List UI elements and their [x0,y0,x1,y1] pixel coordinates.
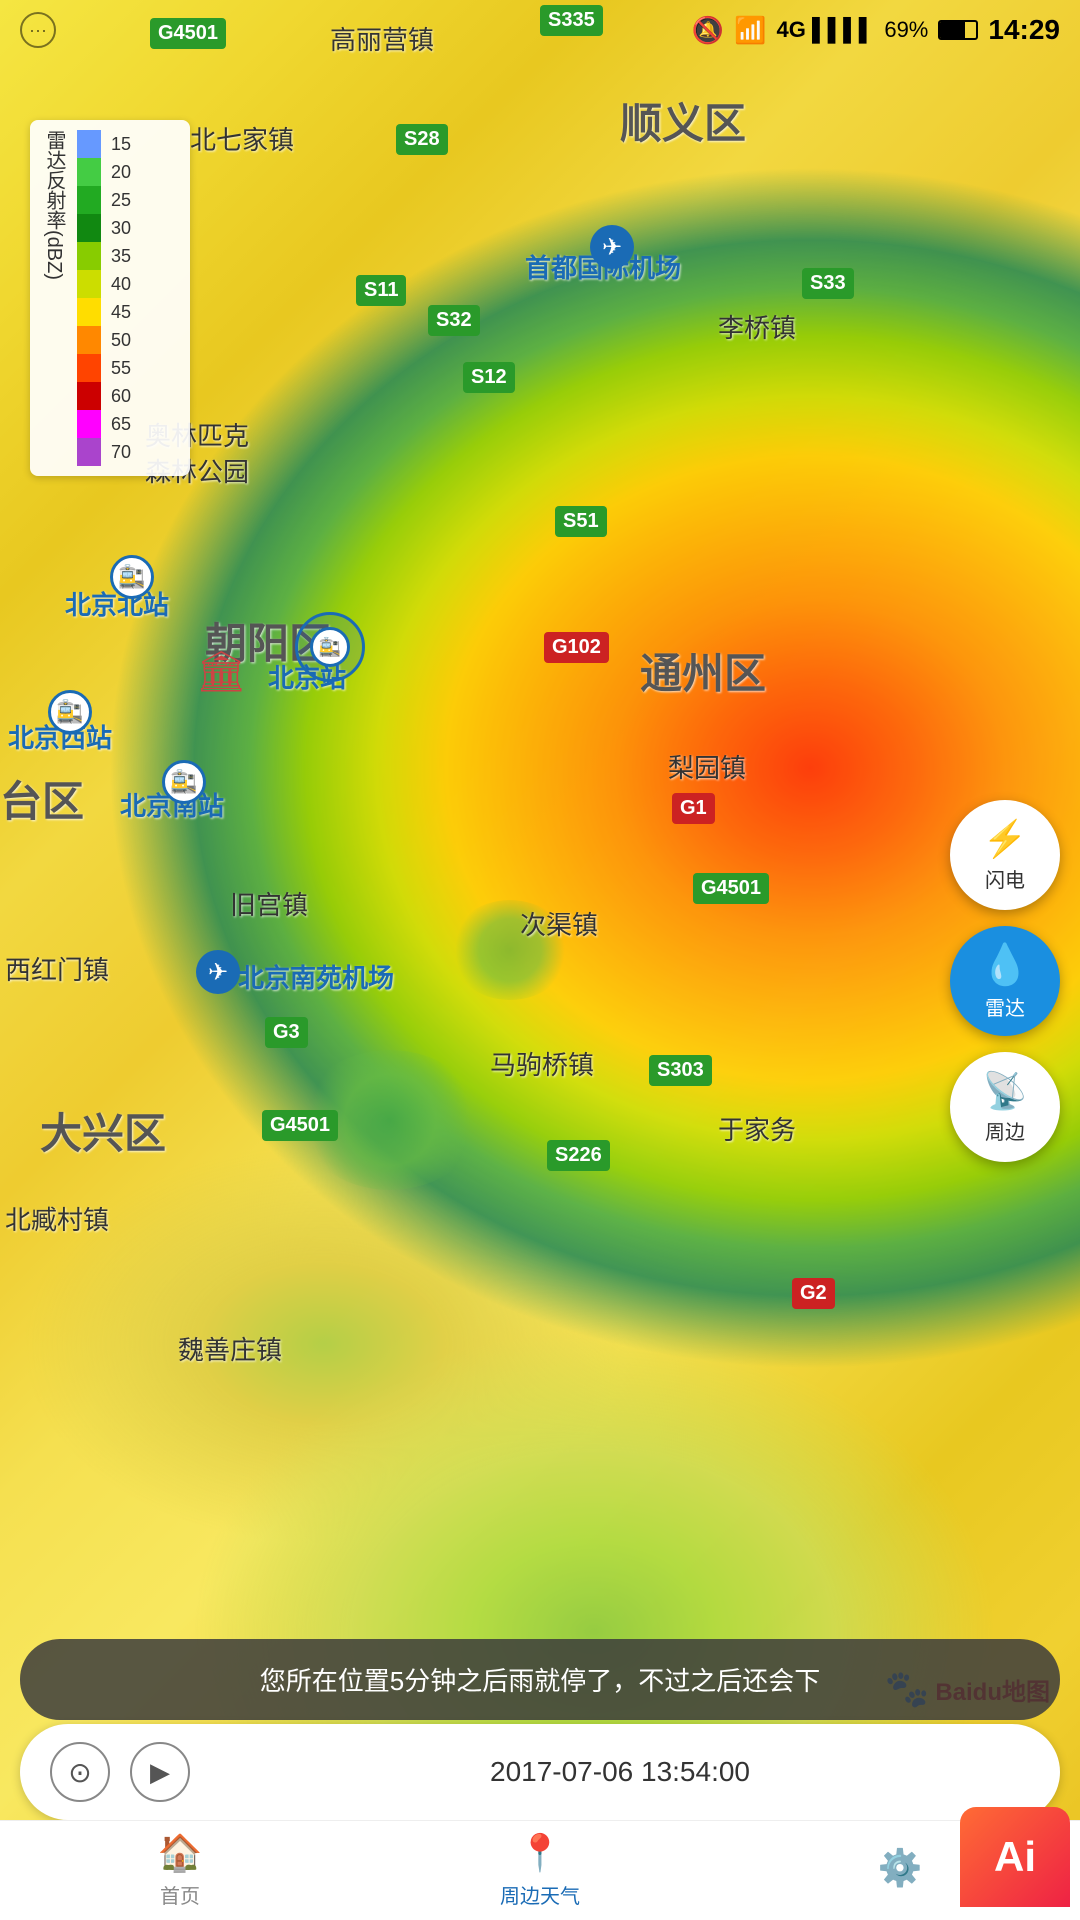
road-badge-s303: S303 [649,1055,712,1086]
nearby-icon: 📡 [983,1070,1028,1112]
lightning-icon: ⚡ [983,818,1028,860]
battery-percent: 69% [884,17,928,43]
road-badge-s12: S12 [463,362,515,393]
station-icon-bjxi: 🚉 [48,690,92,734]
label-beizangtun: 北臧村镇 [5,1200,109,1237]
nav-home-label: 首页 [160,1880,200,1909]
label-cici: 次渠镇 [520,905,598,942]
road-badge-g2: G2 [792,1278,835,1309]
ai-label: Ai [994,1833,1036,1881]
airport-icon-nanyuan: ✈ [196,950,240,994]
status-time: 14:29 [988,14,1060,46]
road-badge-g1: G1 [672,793,715,824]
battery-icon [938,20,978,40]
notification-bar: 您所在位置5分钟之后雨就停了，不过之后还会下 [20,1639,1060,1720]
legend-box: 雷达反射率(dBZ) 15 20 25 30 35 [30,120,190,476]
nav-weather[interactable]: 📍 周边天气 [360,1822,720,1919]
label-liuyuan: 梨园镇 [668,748,746,785]
ai-button[interactable]: Ai [950,1794,1080,1920]
signal-icon: 4G ▌▌▌▌ [777,17,875,43]
label-beiqijia: 北七家镇 [190,120,294,157]
road-badge-s226: S226 [547,1140,610,1171]
road-badge-s51: S51 [555,506,607,537]
label-yujia: 于家务 [718,1110,796,1147]
location-button[interactable]: ⊙ [50,1742,110,1802]
settings-icon: ⚙️ [878,1847,923,1889]
label-nanyuan-airport: 北京南苑机场 [238,958,394,995]
road-badge-g4501-mid: G4501 [693,873,769,904]
radar-button[interactable]: 💧 雷达 [950,926,1060,1036]
label-liqiao: 李桥镇 [718,308,796,345]
label-shunyi: 顺义区 [620,90,746,151]
label-xihongmen: 西红门镇 [5,950,109,987]
menu-button[interactable]: ··· [20,12,56,48]
nav-weather-label: 周边天气 [500,1880,580,1909]
radar-icon: 💧 [980,941,1030,988]
bottom-nav: 🏠 首页 📍 周边天气 ⚙️ [0,1820,1080,1920]
nearby-label: 周边 [985,1116,1025,1145]
ai-badge: Ai [960,1807,1070,1907]
lightning-label: 闪电 [985,864,1025,893]
road-badge-s33: S33 [802,268,854,299]
label-daxing: 大兴区 [40,1100,166,1161]
road-badge-s32: S32 [428,305,480,336]
label-majuqiao: 马驹桥镇 [490,1045,594,1082]
road-badge-s11: S11 [356,275,406,306]
play-button[interactable]: ▶ [130,1742,190,1802]
status-bar: ··· 🔕 📶 4G ▌▌▌▌ 69% 14:29 [0,0,1080,60]
radar-label: 雷达 [985,992,1025,1021]
lightning-button[interactable]: ⚡ 闪电 [950,800,1060,910]
notification-text: 您所在位置5分钟之后雨就停了，不过之后还会下 [50,1661,1030,1698]
label-taiqing: 台区 [0,768,84,829]
road-badge-s28: S28 [396,124,448,155]
home-icon: 🏠 [158,1832,203,1874]
legend-color-bars [77,130,101,466]
road-badge-g4501-bot: G4501 [262,1110,338,1141]
weather-icon: 📍 [518,1832,563,1874]
playback-bar[interactable]: ⊙ ▶ 2017-07-06 13:54:00 [20,1724,1060,1820]
label-tongzhou: 通州区 [640,640,766,701]
legend-value-labels: 15 20 25 30 35 40 45 50 55 60 65 70 [111,130,131,466]
right-buttons: ⚡ 闪电 💧 雷达 📡 周边 [950,800,1060,1162]
station-icon-bjbei: 🚉 [110,555,154,599]
airport-icon-shoudu: ✈ [590,225,634,269]
mute-icon: 🔕 [692,15,724,46]
road-badge-g3: G3 [265,1017,308,1048]
playback-time: 2017-07-06 13:54:00 [210,1756,1030,1788]
building-icon-palace: 🏛 [196,648,247,695]
label-weishanzhuang: 魏善庄镇 [178,1330,282,1367]
nav-home[interactable]: 🏠 首页 [0,1822,360,1919]
selected-location[interactable]: 🚉 [295,612,365,682]
label-jiumiao: 旧宫镇 [230,885,308,922]
road-badge-g102: G102 [544,632,609,663]
nearby-button[interactable]: 📡 周边 [950,1052,1060,1162]
wifi-icon: 📶 [734,15,766,46]
station-icon-bjnan: 🚉 [162,760,206,804]
legend-title: 雷达反射率(dBZ) [40,130,69,450]
